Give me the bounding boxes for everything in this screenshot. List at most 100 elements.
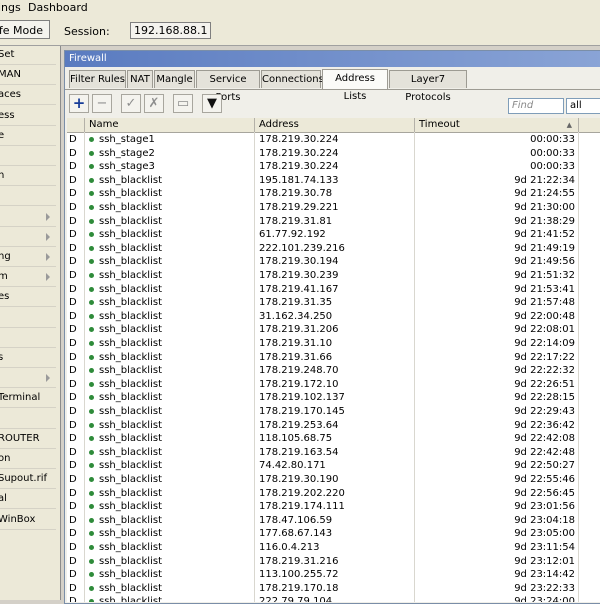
comment-button[interactable]: ▭ <box>173 94 193 113</box>
tab-layer7-protocols[interactable]: Layer7 Protocols <box>389 70 467 103</box>
table-row[interactable]: Dssh_blacklist 178.219.30.78 9d 21:24:55 <box>67 187 600 201</box>
sidebar-item[interactable]: s <box>0 348 56 368</box>
table-row[interactable]: Dssh_blacklist 177.68.67.143 9d 23:05:00 <box>67 527 600 541</box>
sidebar-item[interactable]: MAN <box>0 65 56 86</box>
sidebar-item[interactable]: on <box>0 449 56 469</box>
sidebar-item[interactable]: ROUTER <box>0 429 56 449</box>
disable-button[interactable]: ✗ <box>144 94 164 113</box>
table-row[interactable]: Dssh_blacklist 61.77.92.192 9d 21:41:52 <box>67 228 600 242</box>
table-row[interactable]: Dssh_blacklist 222.79.79.104 9d 23:24:00 <box>67 595 600 602</box>
sidebar-item[interactable]: es <box>0 287 56 308</box>
table-row[interactable]: Dssh_blacklist 31.162.34.250 9d 22:00:48 <box>67 310 600 324</box>
row-name: ssh_blacklist <box>89 514 253 528</box>
table-row[interactable]: Dssh_blacklist 178.219.31.10 9d 22:14:09 <box>67 337 600 351</box>
row-name-text: ssh_blacklist <box>99 256 162 268</box>
table-row[interactable]: Dssh_blacklist 178.219.170.145 9d 22:29:43 <box>67 405 600 419</box>
sidebar-item[interactable]: al <box>0 489 56 510</box>
find-input[interactable]: Find <box>508 98 564 114</box>
sidebar-item[interactable]: Terminal <box>0 388 56 409</box>
table-row[interactable]: Dssh_blacklist 178.219.31.81 9d 21:38:29 <box>67 215 600 229</box>
table-row[interactable]: Dssh_blacklist 178.219.172.10 9d 22:26:51 <box>67 378 600 392</box>
sidebar-item[interactable]: m <box>0 267 56 288</box>
table-row[interactable]: Dssh_blacklist 178.219.29.221 9d 21:30:00 <box>67 201 600 215</box>
row-timeout: 9d 23:05:00 <box>514 528 575 540</box>
sidebar-item[interactable]: aces <box>0 85 56 106</box>
table-row[interactable]: Dssh_blacklist 178.219.170.18 9d 23:22:33 <box>67 582 600 596</box>
table-row[interactable]: Dssh_blacklist 222.101.239.216 9d 21:49:19 <box>67 242 600 256</box>
table-row[interactable]: Dssh_blacklist 195.181.74.133 9d 21:22:34 <box>67 174 600 188</box>
table-row[interactable]: Dssh_stage1 178.219.30.224 00:00:33 <box>67 133 600 147</box>
sidebar-item[interactable] <box>0 146 56 166</box>
table-row[interactable]: Dssh_blacklist 178.219.163.54 9d 22:42:48 <box>67 446 600 460</box>
safe-mode-button[interactable]: afe Mode <box>0 20 50 39</box>
row-flag: D <box>69 338 77 349</box>
row-timeout: 9d 21:57:48 <box>514 297 575 309</box>
col-name[interactable]: Name <box>85 118 255 132</box>
tab-filter-rules[interactable]: Filter Rules <box>69 70 126 88</box>
sidebar-menu: SetMANacesessenngmessTerminalROUTERonSup… <box>0 46 61 600</box>
table-row[interactable]: Dssh_blacklist 178.219.202.220 9d 22:56:45 <box>67 487 600 501</box>
row-address: 178.219.170.18 <box>259 582 339 594</box>
col-timeout[interactable]: Timeout ▲ <box>415 118 579 132</box>
row-name: ssh_blacklist <box>89 419 253 433</box>
add-button[interactable]: + <box>69 94 89 113</box>
table-row[interactable]: Dssh_blacklist 116.0.4.213 9d 23:11:54 <box>67 541 600 555</box>
sidebar-item[interactable]: Set <box>0 46 56 65</box>
chevron-right-icon <box>46 374 50 383</box>
table-row[interactable]: Dssh_blacklist 178.219.30.190 9d 22:55:46 <box>67 473 600 487</box>
table-row[interactable]: Dssh_blacklist 178.219.31.35 9d 21:57:48 <box>67 296 600 310</box>
sidebar-item[interactable]: ess <box>0 106 56 126</box>
sidebar-item[interactable] <box>0 308 56 328</box>
sidebar-item[interactable] <box>0 227 56 247</box>
row-flag: D <box>69 283 77 295</box>
row-name: ssh_blacklist <box>89 568 253 582</box>
list-entry-icon <box>89 572 94 578</box>
sidebar-item-label: on <box>0 453 11 464</box>
sidebar-item[interactable] <box>0 328 56 348</box>
tab-connections[interactable]: Connections <box>261 70 324 88</box>
sidebar-item[interactable] <box>0 207 56 227</box>
col-address[interactable]: Address <box>255 118 415 132</box>
table-row[interactable]: Dssh_blacklist 178.219.174.111 9d 23:01:56 <box>67 500 600 514</box>
sidebar-item[interactable]: n <box>0 166 56 187</box>
filter-select[interactable]: all <box>566 98 600 114</box>
sidebar-item[interactable] <box>0 368 56 389</box>
tab-service-ports[interactable]: Service Ports <box>196 70 260 103</box>
filter-button[interactable]: ▼ <box>202 94 222 113</box>
remove-button[interactable]: − <box>92 94 112 113</box>
tab-address-lists[interactable]: Address Lists <box>322 69 388 102</box>
row-flag: D <box>69 501 77 513</box>
table-row[interactable]: Dssh_blacklist 118.105.68.75 9d 22:42:08 <box>67 432 600 446</box>
table-row[interactable]: Dssh_blacklist 178.219.41.167 9d 21:53:41 <box>67 283 600 297</box>
table-row[interactable]: Dssh_blacklist 178.219.31.66 9d 22:17:22 <box>67 351 600 365</box>
row-flag: D <box>69 215 77 227</box>
table-row[interactable]: Dssh_blacklist 178.219.30.194 9d 21:49:56 <box>67 255 600 269</box>
table-row[interactable]: Dssh_blacklist 178.219.30.239 9d 21:51:32 <box>67 269 600 283</box>
sidebar-item[interactable] <box>0 186 56 207</box>
window-title[interactable]: Firewall <box>65 51 600 67</box>
table-row[interactable]: Dssh_stage3 178.219.30.224 00:00:33 <box>67 160 600 174</box>
sidebar-item[interactable]: Supout.rif <box>0 469 56 490</box>
table-row[interactable]: Dssh_blacklist 178.219.31.216 9d 23:12:01 <box>67 555 600 569</box>
sidebar-item[interactable]: WinBox <box>0 510 56 530</box>
sidebar-item[interactable]: ng <box>0 247 56 267</box>
row-name-text: ssh_blacklist <box>99 202 162 213</box>
sidebar-item[interactable]: e <box>0 126 56 146</box>
tab-nat[interactable]: NAT <box>127 70 153 88</box>
table-row[interactable]: Dssh_blacklist 74.42.80.171 9d 22:50:27 <box>67 459 600 473</box>
menu-dashboard[interactable]: Dashboard <box>28 1 88 14</box>
tab-mangle[interactable]: Mangle <box>154 70 195 88</box>
menu-settings[interactable]: ings <box>0 1 21 14</box>
table-row[interactable]: Dssh_blacklist 178.219.248.70 9d 22:22:32 <box>67 364 600 378</box>
table-row[interactable]: Dssh_blacklist 178.47.106.59 9d 23:04:18 <box>67 514 600 528</box>
row-address: 178.219.30.224 <box>259 147 339 159</box>
table-row[interactable]: Dssh_blacklist 178.219.253.64 9d 22:36:42 <box>67 419 600 433</box>
table-row[interactable]: Dssh_blacklist 178.219.31.206 9d 22:08:01 <box>67 323 600 337</box>
table-row[interactable]: Dssh_blacklist 178.219.102.137 9d 22:28:15 <box>67 391 600 405</box>
sidebar-item[interactable] <box>0 409 56 429</box>
col-flag[interactable] <box>67 118 85 132</box>
table-row[interactable]: Dssh_stage2 178.219.30.224 00:00:33 <box>67 147 600 161</box>
row-timeout: 9d 22:55:46 <box>514 474 575 485</box>
table-row[interactable]: Dssh_blacklist 113.100.255.72 9d 23:14:42 <box>67 568 600 582</box>
enable-button[interactable]: ✓ <box>121 94 141 113</box>
